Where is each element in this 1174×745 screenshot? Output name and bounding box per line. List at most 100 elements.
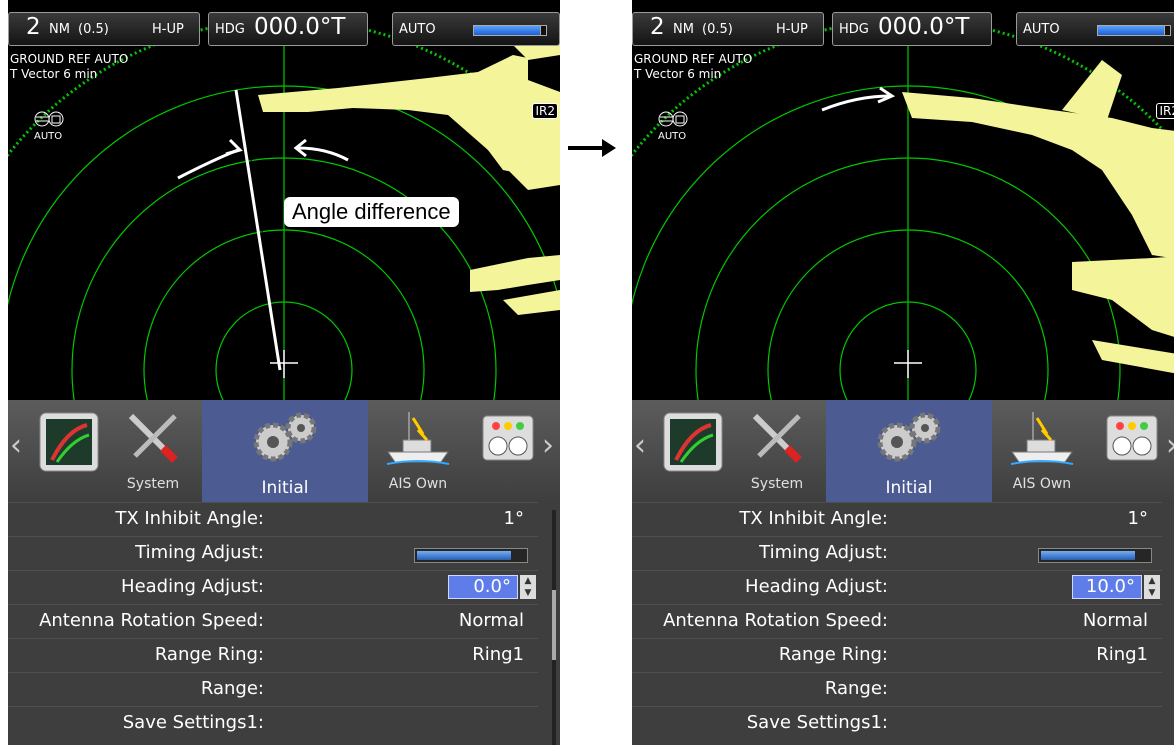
tab-instruments[interactable]	[478, 400, 538, 502]
hdg-label: HDG	[839, 22, 869, 37]
radar-screen-icon	[663, 412, 723, 472]
settings-menu: TX Inhibit Angle: 1° Timing Adjust: Head…	[632, 502, 1174, 745]
row-antenna-speed[interactable]: Antenna Rotation Speed: Normal	[632, 604, 1162, 639]
vector-info: T Vector 6 min	[10, 67, 98, 81]
arrow-right-icon	[568, 139, 616, 157]
reference-info: GROUND REF AUTO T Vector 6 min	[10, 52, 128, 82]
tab-ais-own[interactable]: AIS Own	[368, 400, 468, 502]
range-box[interactable]: 2 NM (0.5) H-UP	[632, 12, 824, 46]
gauges-icon	[1106, 415, 1158, 461]
row-save-settings[interactable]: Save Settings1:	[632, 706, 1162, 741]
row-heading-adjust[interactable]: Heading Adjust: 10.0° ▲ ▼	[632, 570, 1162, 605]
tab-instruments[interactable]	[1102, 400, 1162, 502]
ir-badge: IR2	[1156, 103, 1174, 119]
orientation-mode: H-UP	[776, 22, 808, 37]
gain-bar	[1097, 25, 1171, 36]
stepper-arrows-icon[interactable]: ▲ ▼	[1144, 575, 1160, 599]
row-label: Antenna Rotation Speed:	[39, 610, 264, 631]
row-range[interactable]: Range:	[632, 672, 1162, 707]
row-range-ring[interactable]: Range Ring: Ring1	[8, 638, 538, 673]
row-label: Save Settings1:	[122, 712, 264, 733]
row-tx-inhibit[interactable]: TX Inhibit Angle: 1°	[632, 502, 1162, 537]
vector-info: T Vector 6 min	[634, 67, 722, 81]
auto-icon-label: AUTO	[34, 131, 63, 142]
row-label: TX Inhibit Angle:	[739, 508, 888, 529]
tab-ais-own-label: AIS Own	[388, 476, 448, 492]
scrollbar[interactable]	[552, 510, 556, 745]
row-label: Range:	[824, 678, 888, 699]
stepper-arrows-icon[interactable]: ▲ ▼	[520, 575, 536, 599]
reference-info: GROUND REF AUTO T Vector 6 min	[634, 52, 752, 82]
tools-icon	[128, 413, 178, 463]
row-range-ring[interactable]: Range Ring: Ring1	[632, 638, 1162, 673]
row-label: Range:	[200, 678, 264, 699]
hdg-value: 000.0°T	[878, 14, 970, 40]
row-value: Ring1	[1096, 644, 1148, 665]
ship-icon	[386, 412, 450, 465]
row-label: Range Ring:	[154, 644, 264, 665]
tab-initial[interactable]: Initial	[202, 400, 368, 502]
row-value: 1°	[503, 508, 524, 529]
ship-icon	[1010, 412, 1074, 465]
row-label: Timing Adjust:	[135, 542, 264, 563]
tab-initial-label: Initial	[885, 478, 933, 498]
sea-clutter-auto-icon: AUTO	[34, 110, 64, 142]
auto-label: AUTO	[399, 22, 436, 37]
range-value: 2	[26, 14, 41, 40]
row-save-settings[interactable]: Save Settings1:	[8, 706, 538, 741]
status-bar: 2 NM (0.5) H-UP HDG 000.0°T AUTO	[632, 12, 1174, 46]
tab-system[interactable]: System	[104, 400, 202, 502]
range-box[interactable]: 2 NM (0.5) H-UP	[8, 12, 200, 46]
menu-tab-bar: ‹ System Initial AIS Own ›	[632, 400, 1174, 502]
row-heading-adjust[interactable]: Heading Adjust: 0.0° ▲ ▼	[8, 570, 538, 605]
gauges-icon	[482, 415, 534, 461]
ring-interval: (0.5)	[702, 22, 733, 37]
row-timing-adjust[interactable]: Timing Adjust:	[632, 536, 1162, 571]
gain-box[interactable]: AUTO	[1016, 12, 1174, 46]
chevron-right-icon[interactable]: ›	[1166, 428, 1174, 463]
radar-panel-before: 2 NM (0.5) H-UP HDG 000.0°T AUTO GROUND …	[8, 0, 560, 745]
timing-bar[interactable]	[1038, 548, 1152, 563]
tab-initial[interactable]: Initial	[826, 400, 992, 502]
gears-icon	[253, 412, 317, 462]
auto-label: AUTO	[1023, 22, 1060, 37]
row-label: Timing Adjust:	[759, 542, 888, 563]
range-unit: NM	[49, 22, 70, 37]
row-label: Range Ring:	[778, 644, 888, 665]
tab-initial-label: Initial	[261, 478, 309, 498]
heading-adjust-value[interactable]: 10.0°	[1072, 575, 1142, 599]
auto-icon-label: AUTO	[658, 131, 687, 142]
row-label: Heading Adjust:	[121, 576, 264, 597]
gears-icon	[877, 412, 941, 462]
tab-display[interactable]	[658, 400, 728, 502]
sea-clutter-auto-icon: AUTO	[658, 110, 688, 142]
heading-adjust-stepper[interactable]: 0.0° ▲ ▼	[446, 575, 536, 601]
heading-box: HDG 000.0°T	[832, 12, 992, 46]
row-tx-inhibit[interactable]: TX Inhibit Angle: 1°	[8, 502, 538, 537]
chevron-left-icon[interactable]: ‹	[10, 428, 22, 463]
chevron-right-icon[interactable]: ›	[542, 428, 554, 463]
gain-box[interactable]: AUTO	[392, 12, 560, 46]
ground-ref: GROUND REF AUTO	[10, 52, 129, 66]
row-label: TX Inhibit Angle:	[115, 508, 264, 529]
row-timing-adjust[interactable]: Timing Adjust:	[8, 536, 538, 571]
range-value: 2	[650, 14, 665, 40]
timing-bar[interactable]	[414, 548, 528, 563]
row-range[interactable]: Range:	[8, 672, 538, 707]
tab-display[interactable]	[34, 400, 104, 502]
menu-tab-bar: ‹ System Initial AIS Own ›	[8, 400, 560, 502]
chevron-left-icon[interactable]: ‹	[634, 428, 646, 463]
heading-adjust-value[interactable]: 0.0°	[448, 575, 518, 599]
settings-menu: TX Inhibit Angle: 1° Timing Adjust: Head…	[8, 502, 560, 745]
heading-adjust-stepper[interactable]: 10.0° ▲ ▼	[1070, 575, 1160, 601]
tab-ais-own-label: AIS Own	[1012, 476, 1072, 492]
row-value: Ring1	[472, 644, 524, 665]
orientation-mode: H-UP	[152, 22, 184, 37]
tab-system[interactable]: System	[728, 400, 826, 502]
tab-ais-own[interactable]: AIS Own	[992, 400, 1092, 502]
row-label: Heading Adjust:	[745, 576, 888, 597]
row-value: 1°	[1127, 508, 1148, 529]
tools-icon	[752, 413, 802, 463]
row-antenna-speed[interactable]: Antenna Rotation Speed: Normal	[8, 604, 538, 639]
radar-screen-icon	[39, 412, 99, 472]
